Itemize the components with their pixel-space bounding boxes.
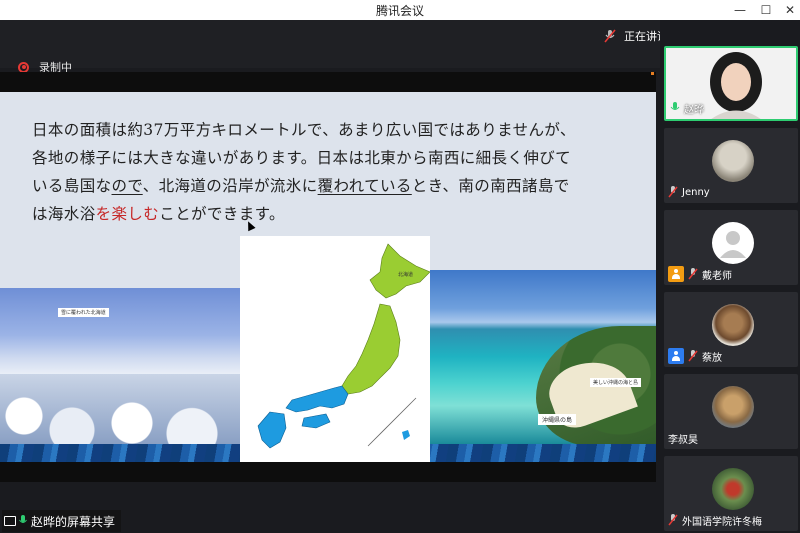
slide-line-1: 日本の面積は約37万平方キロメートルで、あまり広い国ではありませんが、 (32, 121, 576, 139)
participant-name: 蔡放 (668, 348, 722, 364)
participant-tile[interactable]: Jenny (664, 128, 798, 203)
participant-tile[interactable]: 外国语学院许冬梅 (664, 456, 798, 531)
slide-line-4: は海水浴を楽しむことができます。 (32, 200, 632, 228)
participant-name: 外国语学院许冬梅 (668, 512, 762, 528)
avatar (712, 468, 754, 510)
text-span: 、北海道の沿岸が流氷に (142, 177, 318, 195)
hokkaido-region (369, 243, 430, 299)
close-button[interactable]: ✕ (778, 0, 800, 20)
japan-map-svg: 北海道 (257, 243, 430, 449)
presentation-slide: 日本の面積は約37万平方キロメートルで、あまり広い国ではありませんが、 各地の様… (0, 92, 656, 462)
muted-mic-icon (668, 186, 678, 198)
avatar (712, 304, 754, 346)
screen-accent-dot (651, 72, 654, 75)
text-span: いる島国な (32, 177, 112, 195)
participant-name-text: Jenny (682, 186, 710, 198)
participant-name: 李叔昊 (668, 430, 698, 446)
participant-name-text: 外国语学院许冬梅 (682, 516, 762, 528)
okinawa-inset (402, 430, 410, 440)
underlined-text: 覆われている (317, 177, 412, 195)
participants-panel: 赵晔 Jenny 戴老师 蔡放 李叔昊 外国语学院许冬梅 (660, 20, 800, 533)
participant-name-text: 李叔昊 (668, 434, 698, 446)
title-bar: 腾讯会议 — ☐ ✕ (0, 0, 800, 20)
mic-on-icon (670, 102, 680, 110)
participant-name: 赵晔 (670, 100, 704, 116)
maximize-button[interactable]: ☐ (754, 0, 778, 20)
muted-mic-icon (668, 514, 678, 526)
participant-tile[interactable]: 李叔昊 (664, 374, 798, 449)
honshu-west-region (285, 385, 349, 413)
photo-caption: 沖縄県の島 (538, 414, 577, 425)
okinawa-beach-photo: 美しい沖縄の海と島 沖縄県の島 (430, 270, 656, 444)
participant-name-text: 戴老师 (702, 270, 732, 282)
avatar (712, 222, 754, 264)
highlighted-text: を楽しむ (95, 205, 160, 223)
avatar (712, 140, 754, 182)
muted-mic-icon (604, 29, 616, 43)
record-icon (18, 61, 29, 73)
muted-mic-icon (688, 268, 698, 280)
text-span: は海水浴 (32, 205, 96, 223)
inset-divider (367, 397, 417, 447)
japan-map: 北海道 (240, 236, 430, 462)
participant-tile[interactable]: 蔡放 (664, 292, 798, 367)
photo-caption: 雪に覆われた北海道 (58, 308, 109, 317)
text-span: とき、南の南西諸島で (411, 177, 570, 195)
screen-share-icon (4, 516, 16, 526)
participant-name-text: 蔡放 (702, 352, 722, 364)
shikoku-region (301, 413, 331, 429)
mic-on-icon (19, 515, 27, 523)
hokkaido-snow-photo: 雪に覆われた北海道 (0, 288, 240, 444)
muted-mic-icon (688, 350, 698, 362)
snowy-trees (0, 374, 240, 444)
default-avatar-icon (720, 231, 746, 258)
slide-line-3: いる島国なので、北海道の沿岸が流氷に覆われているとき、南の南西諸島で (32, 172, 632, 200)
slide-line-2: 各地の様子には大きな違いがあります。日本は北東から南西に細長く伸びて (32, 149, 572, 167)
underlined-text: ので (111, 177, 143, 195)
cohost-badge-icon (668, 348, 684, 364)
host-badge-icon (668, 266, 684, 282)
hokkaido-label: 北海道 (398, 271, 413, 278)
participant-name-text: 赵晔 (684, 104, 704, 116)
slide-paragraph: 日本の面積は約37万平方キロメートルで、あまり広い国ではありませんが、 各地の様… (32, 116, 632, 228)
participant-name: Jenny (668, 184, 710, 200)
photo-caption: 美しい沖縄の海と島 (590, 378, 642, 387)
minimize-button[interactable]: — (728, 0, 752, 20)
screen-share-label: 赵晔的屏幕共享 (2, 510, 122, 532)
kyushu-region (257, 411, 287, 449)
screen-share-text: 赵晔的屏幕共享 (31, 514, 116, 529)
participant-tile[interactable]: 戴老师 (664, 210, 798, 285)
window-title: 腾讯会议 (375, 4, 424, 18)
participant-name: 戴老师 (668, 266, 732, 282)
avatar (712, 386, 754, 428)
shared-screen[interactable]: 日本の面積は約37万平方キロメートルで、あまり広い国ではありませんが、 各地の様… (0, 72, 656, 482)
text-span: ことができます。 (159, 205, 285, 223)
honshu-east-region (341, 303, 401, 395)
participant-tile[interactable]: 赵晔 (664, 46, 798, 121)
